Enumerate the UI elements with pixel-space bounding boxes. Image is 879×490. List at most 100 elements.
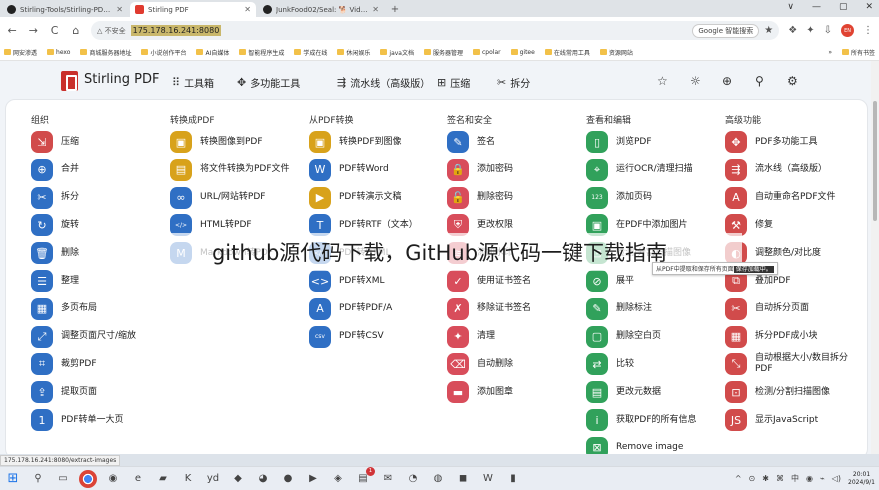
edge-icon[interactable]: e [129, 470, 147, 488]
bookmark-item[interactable]: 商城服务器地址 [80, 48, 131, 57]
tool-item[interactable]: 1 PDF转单一大页 [31, 409, 124, 431]
language-globe-icon[interactable]: ⊕ [722, 74, 732, 88]
page-scrollbar[interactable] [871, 61, 879, 454]
app-icon-cat[interactable]: ◕ [254, 470, 272, 488]
bookmark-item[interactable]: gitee [510, 49, 535, 56]
tray-app-icon[interactable]: ⊙ [749, 474, 756, 483]
google-smart-search-chip[interactable]: Google 智能搜索 [692, 23, 760, 38]
tool-item[interactable]: ⊕ 合并 [31, 158, 79, 181]
tool-item[interactable]: ⤡ 自动根据大小/数目拆分PDF [725, 353, 850, 376]
app-icon-blue[interactable]: ◆ [229, 470, 247, 488]
bookmark-item[interactable]: 学成在线 [294, 48, 327, 57]
tool-item[interactable]: ✎ 签名 [447, 131, 495, 153]
tool-item[interactable]: ✂ 自动拆分页面 [725, 297, 809, 320]
tool-item[interactable]: ⊘ 展平 [586, 270, 634, 292]
bookmark-item[interactable]: 网安渗透 [4, 48, 37, 57]
tool-item[interactable]: ↻ 旋转 [31, 214, 79, 237]
not-secure-indicator[interactable]: △ 不安全 [97, 26, 126, 36]
tool-item[interactable]: ▢ 删除空白页 [586, 325, 661, 348]
bookmark-item[interactable]: 资源网站 [599, 48, 633, 57]
theme-sun-icon[interactable]: ☼ [690, 74, 701, 88]
app-icon-orange[interactable]: ◍ [429, 470, 447, 488]
tool-item[interactable]: A 自动重命名PDF文件 [725, 186, 836, 209]
all-bookmarks-item[interactable]: 所有书签 [841, 48, 875, 57]
tool-item[interactable]: JS 显示JavaScript [725, 409, 850, 431]
tool-item[interactable]: ⇶ 流水线（高级版） [725, 158, 827, 181]
tool-item[interactable]: 🔒 添加密码 [447, 158, 513, 181]
app-icon-teal[interactable]: ◈ [329, 470, 347, 488]
tool-item[interactable]: ⊡ 检测/分割扫描图像 [725, 381, 830, 404]
app-icon-red[interactable]: ◼ [454, 470, 472, 488]
close-tab-icon[interactable]: ✕ [372, 5, 379, 14]
app-icon-pink[interactable]: ● [279, 470, 297, 488]
close-tab-icon[interactable]: ✕ [116, 5, 123, 14]
bookmark-item[interactable]: java文档 [380, 48, 414, 57]
tool-item[interactable]: ▤ 更改元数据 [586, 381, 661, 404]
search-icon[interactable]: ⚲ [755, 74, 764, 88]
tool-item[interactable]: ⌖ 运行OCR/清理扫描 [586, 158, 693, 181]
bookmark-item[interactable]: 小说创作平台 [141, 48, 186, 57]
tool-item[interactable]: 🔓 删除密码 [447, 186, 513, 209]
bookmark-item[interactable]: 休闲娱乐 [337, 48, 370, 57]
tool-item[interactable]: ⇄ 比较 [586, 353, 634, 376]
tool-item[interactable]: csv PDF转CSV [309, 325, 384, 348]
wps-icon[interactable]: W [479, 470, 497, 488]
tray-app-icon[interactable]: ⌘ [776, 474, 784, 483]
url-text[interactable]: 175.178.16.241:8080 [130, 25, 222, 36]
tool-item[interactable]: W PDF转Word [309, 158, 389, 181]
tool-item[interactable]: ✓ 使用证书签名 [447, 270, 531, 292]
nav-compress[interactable]: ⊞ 压缩 [437, 75, 470, 90]
tool-item[interactable]: ▦ 多页布局 [31, 297, 97, 320]
tool-item[interactable]: ▯ 浏览PDF [586, 131, 652, 153]
tool-item[interactable]: <> PDF转XML [309, 270, 384, 292]
tool-item[interactable]: ☰ 整理 [31, 270, 79, 292]
tool-item[interactable]: ▤ 将文件转换为PDF文件 [170, 158, 290, 181]
bookmark-item[interactable]: 智能程序生成 [239, 48, 284, 57]
nav-toolbox[interactable]: ⠿ 工具箱 [172, 75, 214, 90]
nav-split[interactable]: ✂ 拆分 [497, 75, 530, 90]
file-explorer-icon[interactable]: ▰ [154, 470, 172, 488]
app-icon-k[interactable]: K [179, 470, 197, 488]
close-window-button[interactable]: ✕ [865, 2, 873, 12]
tool-item[interactable]: ⇪ 提取页面 [31, 381, 97, 404]
bookmarks-overflow-button[interactable]: » [828, 49, 832, 56]
bookmark-item[interactable]: AI自媒体 [196, 48, 229, 57]
tab-stirling-pdf[interactable]: Stirling PDF ✕ [130, 2, 256, 17]
tool-item[interactable]: ▬ 添加图章 [447, 381, 513, 404]
tool-item[interactable]: ∞ URL/网站转PDF [170, 186, 265, 209]
tool-item[interactable]: i 获取PDF的所有信息 [586, 409, 697, 431]
firefox-icon[interactable]: ◉ [104, 470, 122, 488]
app-icon-folder[interactable]: ▤ 1 [354, 466, 375, 488]
tool-item[interactable]: ▣ 转换图像到PDF [170, 131, 263, 153]
forward-button[interactable]: → [27, 24, 39, 37]
tool-item[interactable]: ▣ 转换PDF到图像 [309, 131, 402, 153]
tool-item[interactable]: ✦ 清理 [447, 325, 495, 348]
address-bar[interactable]: △ 不安全 175.178.16.241:8080 Google 智能搜索 ★ [91, 21, 780, 40]
bookmark-item[interactable]: hexo [47, 49, 70, 56]
tool-item[interactable]: ⤢ 调整页面尺寸/缩放 [31, 325, 136, 348]
stirling-pdf-logo-icon[interactable] [61, 71, 78, 91]
menu-kebab-icon[interactable]: ⋮ [863, 25, 873, 36]
app-icon-chat[interactable]: ◔ [404, 470, 422, 488]
brand-name[interactable]: Stirling PDF [84, 72, 159, 87]
search-icon[interactable]: ⚲ [29, 470, 47, 488]
extensions-puzzle-icon[interactable]: ✦ [806, 25, 814, 36]
tool-item[interactable]: ✗ 移除证书签名 [447, 297, 531, 320]
back-button[interactable]: ← [6, 24, 18, 37]
tool-item[interactable]: ✂ 拆分 [31, 186, 79, 209]
app-icon-dark[interactable]: ▮ [504, 470, 522, 488]
tool-item[interactable]: 🗑 删除 [31, 242, 79, 265]
tool-item[interactable]: A PDF转PDF/A [309, 297, 392, 320]
tab-search-button[interactable]: ∨ [787, 2, 794, 12]
downloads-icon[interactable]: ⇩ [824, 25, 832, 36]
youdao-icon[interactable]: yd [204, 470, 222, 488]
wifi-icon[interactable]: ⌁ [820, 474, 825, 483]
volume-icon[interactable]: ◁) [832, 474, 841, 483]
profile-avatar[interactable]: EN [841, 24, 855, 37]
tool-item[interactable]: ▦ 拆分PDF成小块 [725, 325, 818, 348]
tool-item[interactable]: ✥ PDF多功能工具 [725, 131, 818, 153]
bookmark-item[interactable]: cpolar [473, 49, 501, 56]
tray-overflow-icon[interactable]: ^ [735, 474, 742, 483]
windows-start-icon[interactable]: ⊞ [4, 470, 22, 488]
tool-item[interactable]: ⇲ 压缩 [31, 131, 79, 153]
